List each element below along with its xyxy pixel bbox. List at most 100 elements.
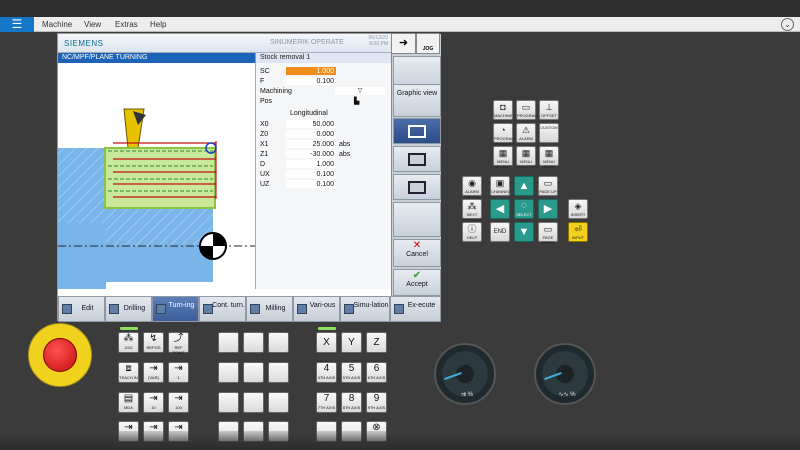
axis-8-key[interactable]: 8 8TH AXIS [341,392,362,413]
axis-y-key[interactable]: Y [341,332,362,353]
param-x1: X1 25.000 abs [260,140,351,148]
menu-select-key[interactable]: ▦ MENU SELECT [493,146,513,169]
increment-1-key[interactable]: ⇥ 1 [168,362,189,383]
channel-icon: ▣ [495,178,505,188]
down-arrow-key[interactable]: ▼ [514,222,534,242]
insert-key[interactable]: ◈ INSERT [568,199,588,219]
increment-icon: ⇥ [174,393,183,404]
page-down-key[interactable]: ▭ PAGE DOWN [538,222,558,245]
channel-key[interactable]: ▣ CHANNEL [490,176,510,196]
axis-9-key[interactable]: 9 9TH AXIS [366,392,387,413]
help-key[interactable]: ⓘ HELP [462,222,482,242]
alarm-cancel-icon: ◉ [468,178,476,188]
ux-input[interactable]: 0.100 [286,170,336,178]
increment-100-key[interactable]: ⇥ 100 [168,392,189,413]
jog-icon: ⁂ [123,333,134,344]
page-up-key[interactable]: ▭ PAGE UP [538,176,558,196]
left-arrow-key[interactable]: ◀ [490,199,510,219]
menu-machine[interactable]: Machine [42,17,72,32]
position-icon[interactable]: ▙ [354,97,359,106]
menu-extras[interactable]: Extras [115,17,138,32]
program-manager-key[interactable]: ◔ PROGRAM MANAGER [493,123,515,146]
softkey-milling[interactable]: Milling [246,296,293,322]
softkey-drilling[interactable]: Drilling [105,296,152,322]
axis-z-key[interactable]: Z [366,332,387,353]
softkey-turning[interactable]: Turn-ing [152,296,199,322]
hamburger-icon[interactable]: ☰ [0,17,34,32]
spindle-override-dial[interactable]: ∿∿ % [534,343,596,405]
panel-bottom-edge [0,431,800,450]
softkey-contour-turning[interactable]: Cont. turn. [199,296,246,322]
var-key[interactable]: ⇥ [VAR] [143,362,164,383]
sc-input[interactable]: 1.000 [286,67,336,75]
end-key[interactable]: END [490,222,510,242]
axis-6-key[interactable]: 6 6TH AXIS [366,362,387,383]
blank-key[interactable] [218,392,239,413]
emergency-stop-button[interactable] [43,338,77,372]
softkey-edit[interactable]: Edit [58,296,105,322]
f-input[interactable]: 0.100 [286,77,336,85]
up-arrow-key[interactable]: ▲ [514,176,534,196]
axis-x-key[interactable]: X [316,332,337,353]
right-arrow-key[interactable]: ▶ [538,199,558,219]
x1-input[interactable]: 25.000 [286,140,336,148]
machining-select[interactable]: ▽ [335,87,385,95]
blank-key[interactable] [243,392,264,413]
param-f: F 0.100 [260,77,336,85]
arrow-right-icon: ▶ [543,203,553,215]
z0-input[interactable]: 0.000 [286,130,336,138]
repos-key[interactable]: ↯ REPOS [143,332,164,353]
softkey-simulation[interactable]: Simu-lation [340,296,390,322]
title-strip [0,0,800,17]
blank-key[interactable] [218,362,239,383]
increment-10-key[interactable]: ⇥ 10 [143,392,164,413]
mda-key[interactable]: ▤ MDA [118,392,139,413]
menu-back-key[interactable]: ▦ MENU BACK [539,146,559,169]
teach-in-key[interactable]: ⧈ TEACH IN [118,362,139,383]
contour-type-1-button[interactable] [393,118,441,144]
menu-help[interactable]: Help [150,17,166,32]
offset-key[interactable]: ⊥ OFFSET [539,100,559,120]
blank-key[interactable] [268,332,289,353]
blank-key[interactable] [243,332,264,353]
jog-key[interactable]: ⁂ JOG [118,332,139,353]
contour-type-2-button[interactable] [393,146,441,172]
chevron-down-icon[interactable]: ⌄ [781,18,794,31]
blank-key[interactable] [268,362,289,383]
axis-4-key[interactable]: 4 4TH AXIS [316,362,337,383]
menu-function-key[interactable]: ▦ MENU FUNCTION [516,146,538,169]
axis-7-key[interactable]: 7 7TH AXIS [316,392,337,413]
blank-key[interactable] [243,362,264,383]
return-arrow-icon[interactable]: ➜ [391,33,416,54]
axis-5-key[interactable]: 5 5TH AXIS [341,362,362,383]
machine-key[interactable]: ◘ MACHINE [493,100,513,120]
alarm-cancel-key[interactable]: ◉ ALARM CANCEL [462,176,482,199]
blank-key[interactable] [218,332,239,353]
uz-input[interactable]: 0.100 [286,180,336,188]
various-icon [297,304,307,314]
z1-input[interactable]: -30.000 [286,150,336,158]
machining-direction[interactable]: Longitudinal [290,109,328,118]
graphic-view-button[interactable]: Graphic view [393,84,441,117]
vsk-blank-2[interactable] [393,202,441,237]
d-input[interactable]: 1.000 [286,160,336,168]
next-window-key[interactable]: ⁂ NEXT WINDOW [462,199,482,222]
select-key[interactable]: ◌ SELECT [514,199,534,219]
cancel-button[interactable]: ✕ Cancel [393,239,441,267]
contour-type-3-button[interactable] [393,174,441,200]
menu-view[interactable]: View [84,17,101,32]
var-icon: ⇥ [149,363,158,374]
vertical-softkeys: Graphic view ✕ Cancel ✔ Accept [391,34,441,296]
parameter-form: SC 1.000 F 0.100 Machining ▽ Pos ▙ Longi… [255,63,391,289]
custom-key[interactable]: CUSTOM [539,123,559,143]
softkey-execute[interactable]: Ex-ecute [390,296,441,322]
alarm-key[interactable]: ⚠ ALARM [516,123,536,143]
softkey-various[interactable]: Vari-ous [293,296,340,322]
program-key[interactable]: ▭ PROGRAM [516,100,538,120]
feed-override-dial[interactable]: ⇉ % [434,343,496,405]
blank-key[interactable] [268,392,289,413]
input-key[interactable]: ⏎ INPUT [568,222,588,242]
x0-input[interactable]: 50.000 [286,120,336,128]
ref-point-key[interactable]: ⤴ REF POINT [168,332,189,355]
accept-button[interactable]: ✔ Accept [393,269,441,296]
